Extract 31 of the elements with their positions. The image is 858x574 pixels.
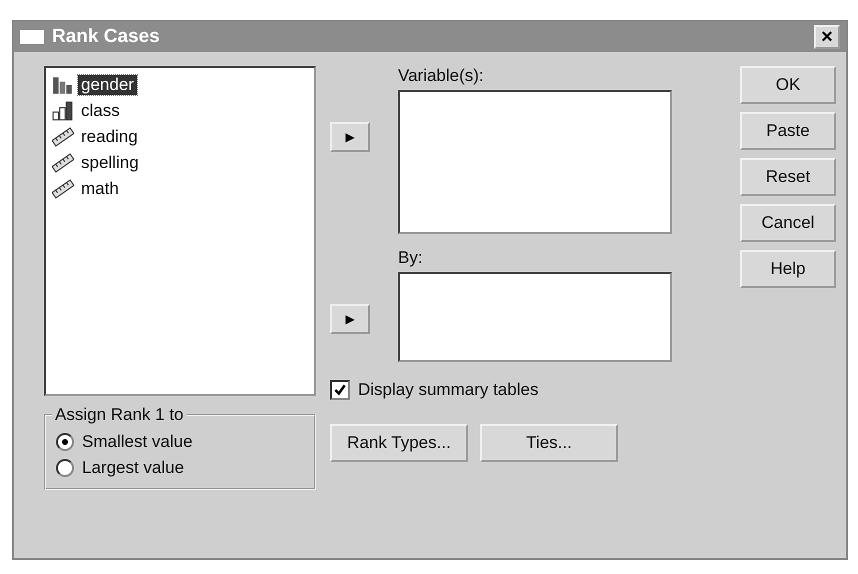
checkbox[interactable] <box>330 380 350 400</box>
dialog-button[interactable]: Cancel <box>740 204 836 242</box>
field-label: By: <box>398 248 424 268</box>
radio-option[interactable]: Largest value <box>56 458 304 478</box>
variable-item[interactable]: class <box>78 101 123 121</box>
checkmark-icon <box>333 383 347 397</box>
dialog-button[interactable]: OK <box>740 66 836 104</box>
bar-chart-icon <box>52 75 74 95</box>
close-button[interactable]: × <box>814 25 840 49</box>
move-right-button[interactable]: ▶ <box>330 122 370 152</box>
window-icon <box>20 30 44 44</box>
by-list-box[interactable] <box>398 272 672 362</box>
move-right-button[interactable]: ▶ <box>330 304 370 334</box>
radio-option[interactable]: Smallest value <box>56 432 304 452</box>
radio-button[interactable] <box>56 433 74 451</box>
variable-item[interactable]: reading <box>78 127 141 147</box>
field-label: Variable(s): <box>398 66 485 86</box>
checkbox-option[interactable]: Display summary tables <box>330 380 690 400</box>
dialog-button[interactable]: Reset <box>740 158 836 196</box>
variable-item[interactable]: math <box>78 179 122 199</box>
dialog-button[interactable]: Paste <box>740 112 836 150</box>
radio-button[interactable] <box>56 459 74 477</box>
window-title: Rank Cases <box>52 26 160 48</box>
bar-chart-icon <box>52 101 74 121</box>
variable-item[interactable]: gender <box>78 75 137 95</box>
dialog-button[interactable]: Rank Types... <box>330 424 468 462</box>
dialog-button[interactable]: Help <box>740 250 836 288</box>
variables-list-box[interactable] <box>398 90 672 234</box>
variable-item[interactable]: spelling <box>78 153 142 173</box>
dialog-button[interactable]: Ties... <box>480 424 618 462</box>
group-title: Assign Rank 1 to <box>52 405 187 425</box>
